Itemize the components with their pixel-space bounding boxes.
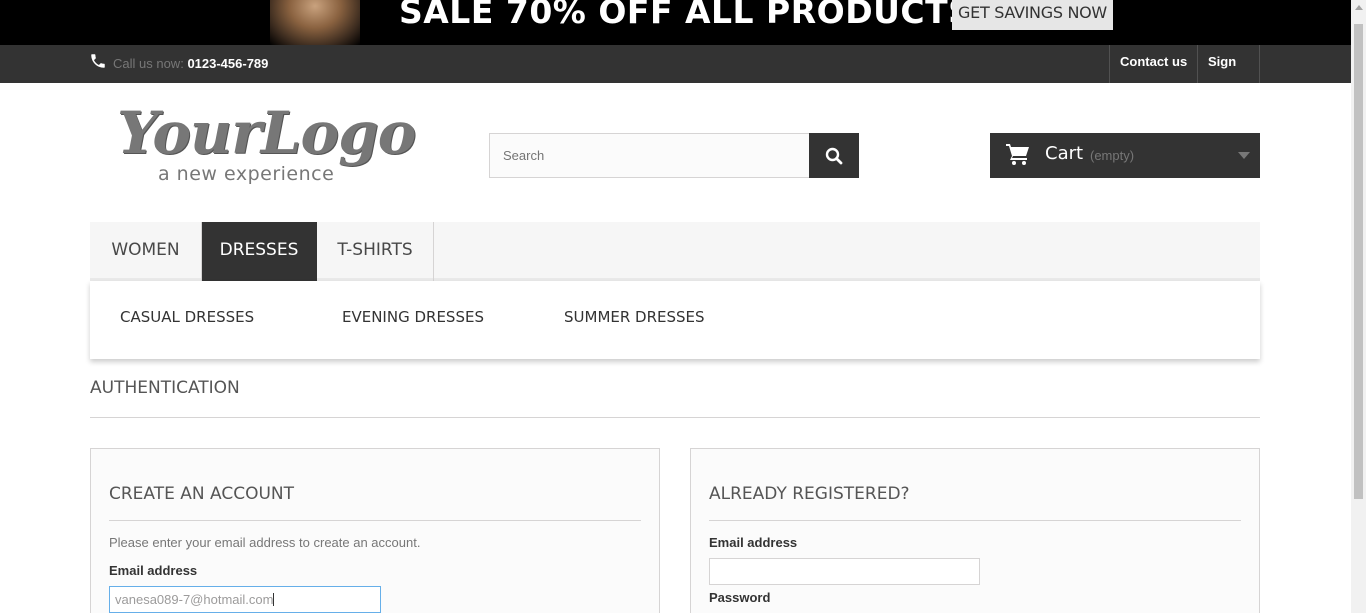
create-email-field[interactable]: vanesa089-7@hotmail.com [109,586,381,613]
create-account-form: CREATE AN ACCOUNT Please enter your emai… [90,448,660,613]
create-account-description: Please enter your email address to creat… [109,535,421,550]
sign-in-link[interactable]: Sign in [1197,45,1260,102]
menu-item-women[interactable]: WOMEN [90,222,202,281]
phone-number: 0123-456-789 [187,56,269,71]
login-title: ALREADY REGISTERED? [709,484,1241,521]
scroll-thumb[interactable] [1354,24,1363,499]
login-password-label: Password [709,590,771,605]
menu-item-dresses[interactable]: DRESSES [202,222,317,281]
logo-text: YourLogo [117,99,416,167]
call-label: Call us now: [113,56,184,71]
top-navbar: Call us now: 0123-456-789 Contact us Sig… [0,45,1351,102]
get-savings-button[interactable]: GET SAVINGS NOW [952,0,1113,30]
search-icon [825,147,843,165]
create-email-label: Email address [109,563,198,578]
scroll-up-arrow-icon[interactable] [1355,5,1363,10]
banner-headline: SALE 70% OFF ALL PRODUCTS [399,0,973,31]
login-form: ALREADY REGISTERED? Email address Passwo… [690,448,1260,613]
login-email-field[interactable] [709,558,980,585]
page-scrollbar[interactable] [1351,0,1366,613]
create-email-value: vanesa089-7@hotmail.com [115,592,274,607]
promo-banner[interactable]: SALE 70% OFF ALL PRODUCTS GET SAVINGS NO… [0,0,1351,45]
text-caret [273,593,275,606]
search-input[interactable] [489,133,810,178]
site-logo[interactable]: YourLogo a new experience [117,99,416,190]
contact-us-link[interactable]: Contact us [1109,45,1198,83]
phone-icon [91,54,105,68]
login-email-label: Email address [709,535,798,550]
search-button[interactable] [809,133,859,178]
cart-status: (empty) [1090,148,1135,163]
submenu-evening-dresses[interactable]: EVENING DRESSES [342,308,484,326]
chevron-down-icon [1238,152,1250,159]
page-title: AUTHENTICATION [90,378,1260,418]
submenu-summer-dresses[interactable]: SUMMER DRESSES [564,308,705,326]
menu-item-tshirts[interactable]: T-SHIRTS [317,222,434,281]
submenu-casual-dresses[interactable]: CASUAL DRESSES [120,308,254,326]
dresses-submenu: CASUAL DRESSES EVENING DRESSES SUMMER DR… [90,281,1260,359]
logo-tagline: a new experience [158,163,335,185]
call-us-text: Call us now: 0123-456-789 [113,56,268,71]
create-account-title: CREATE AN ACCOUNT [109,484,641,521]
cart-icon [1006,144,1029,165]
main-menu: WOMEN DRESSES T-SHIRTS [90,222,1260,281]
banner-model-image [270,0,360,45]
cart-label: Cart [1045,143,1084,164]
cart-button[interactable]: Cart (empty) [990,133,1260,178]
